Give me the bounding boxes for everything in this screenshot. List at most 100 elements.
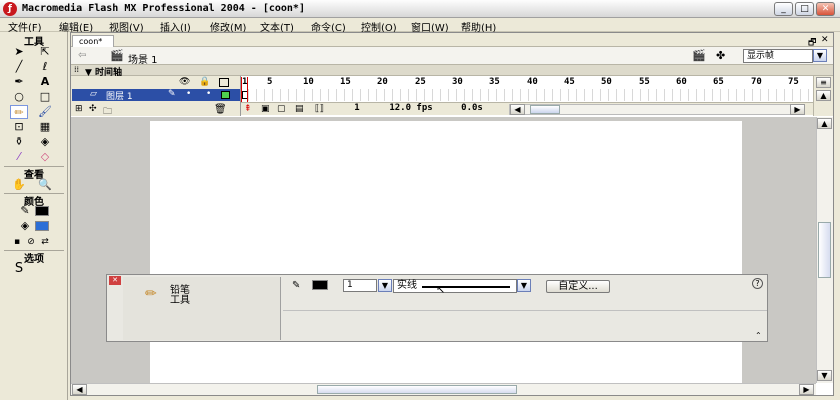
motion-guide-icon[interactable]: ✣ [89,104,97,114]
subselect-tool-icon[interactable]: ⇱ [36,45,54,59]
delete-layer-icon[interactable]: 🗑 [214,104,227,115]
stroke-style-select[interactable]: 实线 [393,279,517,293]
pencil-icon: ✏ [145,286,157,302]
fill-transform-tool-icon[interactable]: ▦ [36,120,54,134]
stroke-style-arrow[interactable]: ▼ [517,279,531,292]
frame-rate[interactable]: 12.0 fps [381,104,441,115]
scroll-right-icon[interactable]: ▶ [799,384,814,395]
help-icon[interactable]: ? [752,278,763,289]
onion-outline-icon[interactable]: ▢ [277,104,286,114]
scene-icon: 🎬 [110,49,124,62]
scroll-right-icon[interactable]: ▶ [790,104,805,115]
frame-number: 55 [639,77,650,87]
scroll-down-icon[interactable]: ▼ [817,370,832,381]
eraser-tool-icon[interactable]: ◇ [36,150,54,164]
stroke-style-value: 实线 [397,280,417,291]
eyedropper-tool-icon[interactable]: ⁄ [10,150,28,164]
scroll-left-icon[interactable]: ◀ [510,104,525,115]
layer-visible-dot[interactable]: • [186,89,191,99]
stage-vscroll-thumb[interactable] [818,222,831,278]
frame-number: 15 [340,77,351,87]
eye-icon[interactable]: 👁 [179,77,190,87]
close-button[interactable]: ✕ [816,2,835,16]
onion-skin-icon[interactable]: ▣ [261,104,270,114]
timeline-grip-icon[interactable]: ⁞⁞ [74,65,79,74]
custom-stroke-button[interactable]: 自定义... [546,280,610,293]
document-tab[interactable]: coon* [72,35,114,47]
zoom-select[interactable]: 显示帧 [743,49,813,63]
scroll-left-icon[interactable]: ◀ [72,384,87,395]
ink-bottle-tool-icon[interactable]: ⚱ [10,135,28,149]
rectangle-tool-icon[interactable]: □ [36,90,54,104]
oval-tool-icon[interactable]: ○ [10,90,28,104]
frame-row[interactable] [241,89,813,101]
stage-vscroll[interactable]: ▲ ▼ [816,117,833,383]
fill-color-swatch[interactable] [35,221,49,231]
layer-row[interactable]: ▱ 图层 1 ✎ • • [72,89,240,102]
edit-scene-icon[interactable]: 🎬 [692,49,706,62]
timeline-hscroll[interactable]: ◀ ▶ [509,104,805,115]
line-tool-icon[interactable]: ╱ [10,60,28,74]
stroke-color-swatch[interactable] [35,206,49,216]
collapse-icon[interactable]: ⌃ [755,331,762,340]
frame-number: 65 [713,77,724,87]
layer-name[interactable]: 图层 1 [106,89,133,102]
frame-number: 20 [377,77,388,87]
stroke-color-icon: ✎ [292,280,301,291]
edit-pencil-icon: ✎ [168,89,176,99]
pencil-tool-icon[interactable]: ✏ [10,105,28,119]
pencil-mode-icon[interactable]: S [10,262,28,276]
paint-bucket-tool-icon[interactable]: ◈ [36,135,54,149]
hand-tool-icon[interactable]: ✋ [10,178,28,192]
frame-number: 25 [415,77,426,87]
fill-color-icon[interactable]: ◈ [16,219,34,233]
frame-number: 5 [267,77,273,87]
scene-name: 场景 1 [128,55,158,66]
timeline-vscroll[interactable]: ≡ ▲ [813,76,833,116]
document-tab-strip [71,33,833,47]
outline-icon[interactable] [219,78,229,87]
edit-multiple-icon[interactable]: ▤ [295,104,304,114]
scroll-up-icon[interactable]: ▲ [817,118,832,129]
panel-close-icon[interactable]: ✕ [109,276,121,285]
pen-tool-icon[interactable]: ✒ [10,75,28,89]
frame-number: 10 [303,77,314,87]
layer-lock-dot[interactable]: • [206,89,211,99]
frame-number: 50 [601,77,612,87]
zoom-dropdown-arrow[interactable]: ▼ [813,49,827,62]
back-arrow-icon[interactable]: ⇦ [78,50,86,61]
frame-number: 40 [527,77,538,87]
stage[interactable] [150,121,742,383]
text-tool-icon[interactable]: A [36,75,54,89]
stage-hscroll[interactable]: ◀ ▶ [71,383,816,395]
timeline-scroll-thumb[interactable] [530,105,560,114]
lock-icon[interactable]: 🔒 [199,77,210,87]
edit-symbol-icon[interactable]: ✤ [716,49,725,62]
onion-markers-icon[interactable]: ⟦⟧ [315,104,324,114]
minimize-button[interactable]: _ [774,2,793,16]
free-transform-tool-icon[interactable]: ⊡ [10,120,28,134]
current-frame: 1 [354,103,360,113]
window-title: Macromedia Flash MX Professional 2004 - … [22,3,305,14]
maximize-button[interactable]: □ [795,2,814,16]
frame-number: 70 [751,77,762,87]
stroke-height-arrow[interactable]: ▼ [378,279,392,292]
scroll-up-icon[interactable]: ▲ [816,90,831,101]
insert-layer-icon[interactable]: ⊞ [75,104,83,114]
close-doc-icon[interactable]: ✕ [821,35,829,45]
tools-panel: 工具 ➤ ⇱ ╱ ℓ ✒ A ○ □ ✏ 🖌 ⊡ ▦ ⚱ ◈ ⁄ ◇ 查看 ✋ … [0,32,68,400]
frame-number: 60 [676,77,687,87]
brush-tool-icon[interactable]: 🖌 [36,105,54,119]
layer-outline-color[interactable] [221,91,230,99]
stroke-color-swatch[interactable] [312,280,328,290]
stroke-color-icon[interactable]: ✎ [16,204,34,218]
stage-hscroll-thumb[interactable] [317,385,517,394]
zoom-tool-icon[interactable]: 🔍 [36,178,54,192]
timeline-menu-icon[interactable]: ≡ [816,77,831,88]
center-frame-icon[interactable]: ⇞ [244,104,252,114]
lasso-tool-icon[interactable]: ℓ [36,60,54,74]
swap-colors-icon[interactable]: ⇄ [36,235,54,249]
stroke-height-input[interactable]: 1 [343,279,377,292]
arrow-tool-icon[interactable]: ➤ [10,45,28,59]
layer-icon: ▱ [90,89,97,99]
